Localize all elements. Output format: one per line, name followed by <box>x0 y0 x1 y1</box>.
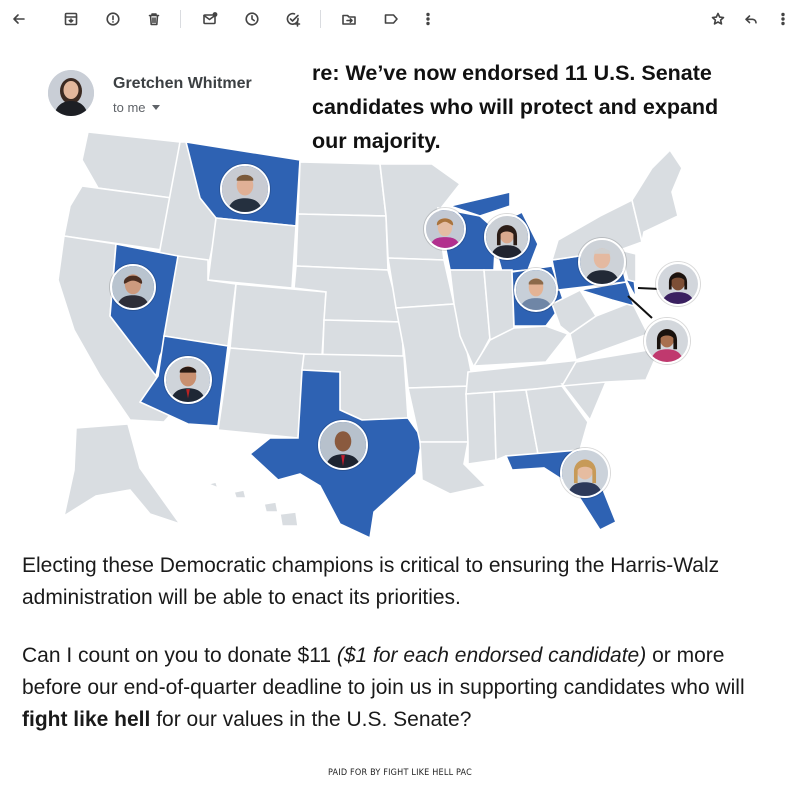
back-arrow-icon[interactable] <box>8 8 30 30</box>
reply-icon[interactable] <box>740 8 762 30</box>
state-iowa <box>387 257 455 309</box>
more-vert-icon[interactable] <box>772 8 794 30</box>
candidate-portrait <box>220 164 270 214</box>
chevron-down-icon <box>151 105 160 110</box>
archive-icon[interactable] <box>60 8 82 30</box>
state-arkansas <box>407 385 473 443</box>
us-map-graphic <box>57 131 683 540</box>
para2-text-c: for our values in the U.S. Senate? <box>150 708 472 731</box>
candidate-portrait <box>164 356 212 404</box>
more-vert-icon[interactable] <box>417 8 439 30</box>
us-senate-map <box>40 120 730 540</box>
candidate-portrait <box>424 208 466 250</box>
candidate-portrait <box>484 214 530 260</box>
state-new-mexico <box>217 347 305 439</box>
state-new-england <box>631 148 683 243</box>
state-colorado <box>229 283 327 357</box>
state-north-dakota <box>297 161 387 217</box>
state-wyoming <box>207 217 297 289</box>
state-alaska <box>62 423 183 526</box>
recipient-details-toggle[interactable]: to me <box>113 100 160 115</box>
email-toolbar <box>0 0 800 40</box>
report-spam-icon[interactable] <box>102 8 124 30</box>
state-hawaii <box>205 481 299 527</box>
avatar[interactable] <box>48 70 94 116</box>
state-mississippi <box>465 391 497 465</box>
para2-strong: fight like hell <box>22 708 151 731</box>
candidate-portrait <box>644 318 690 364</box>
label-icon[interactable] <box>380 8 402 30</box>
candidate-portrait <box>578 238 626 286</box>
candidate-portrait <box>318 420 368 470</box>
para2-emphasis: ($1 for each endorsed candidate) <box>336 644 647 667</box>
delete-icon[interactable] <box>143 8 165 30</box>
toolbar-divider <box>180 10 181 28</box>
body-paragraph-1: Electing these Democratic champions is c… <box>22 554 720 609</box>
sender-name[interactable]: Gretchen Whitmer <box>113 75 252 93</box>
add-task-icon[interactable] <box>282 8 304 30</box>
candidate-portrait <box>656 262 700 306</box>
para2-text-a: Can I count on you to donate $11 <box>22 644 337 667</box>
snooze-icon[interactable] <box>241 8 263 30</box>
candidate-portrait <box>560 448 610 498</box>
paid-for-disclaimer: PAID FOR BY FIGHT LIKE HELL PAC <box>328 768 472 778</box>
mark-unread-icon[interactable] <box>199 8 221 30</box>
star-icon[interactable] <box>707 8 729 30</box>
state-south-dakota <box>295 213 389 271</box>
toolbar-divider <box>320 10 321 28</box>
move-to-icon[interactable] <box>338 8 360 30</box>
candidate-portrait <box>110 264 156 310</box>
body-paragraph-2: Can I count on you to donate $11 ($1 for… <box>22 640 782 736</box>
candidate-portrait <box>514 268 558 312</box>
recipient-label: to me <box>113 100 146 115</box>
